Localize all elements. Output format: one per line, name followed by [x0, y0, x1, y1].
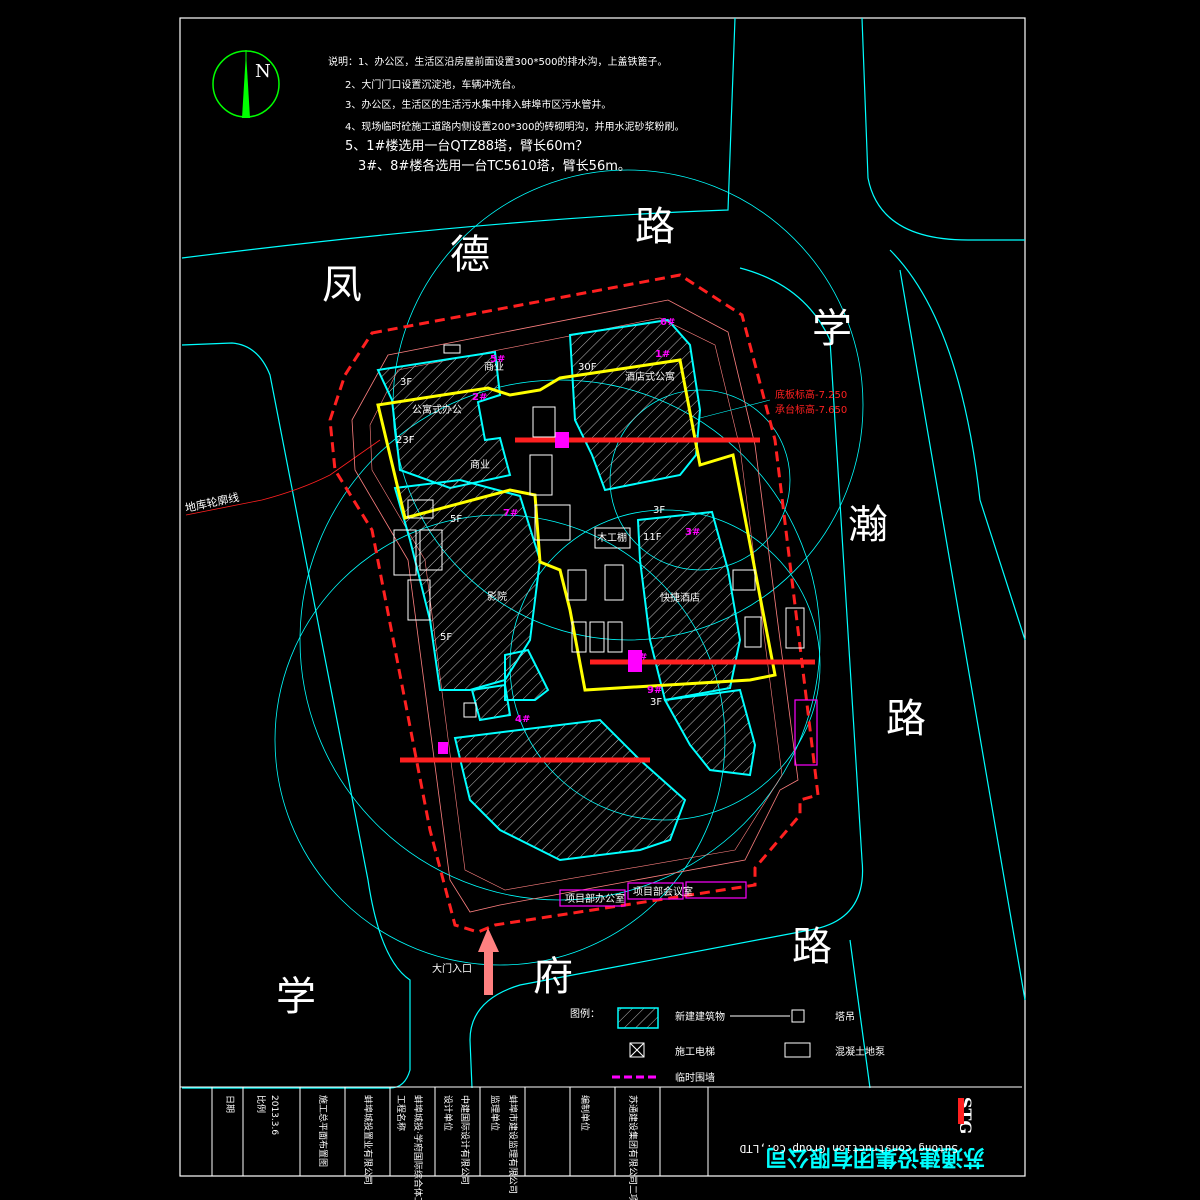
legend-crane-box [791, 1009, 805, 1023]
basement-contour-label: 地库轮廓线 [184, 490, 241, 515]
building-1: 1# [655, 349, 670, 360]
floor-3f-b: 3F [653, 505, 665, 516]
site-plan-drawing: N 说明：1、办公区，生活区沿房屋前面设置300*500的排水沟，上盖铁篦子。 … [179, 17, 1026, 1200]
tb-c1: 日期 [224, 1095, 235, 1113]
tb-c8: 中建国际设计有限公司 [459, 1095, 471, 1185]
label-apartment: 酒店式公寓 [625, 370, 675, 383]
road-top-char-1: 凤 [322, 262, 362, 308]
note-line-5: 5、1#楼选用一台QTZ88塔，臂长60m？ [345, 139, 588, 154]
elevation-floor: 底板标高-7.250 [775, 388, 847, 401]
note-line-2: 2、大门门口设置沉淀池，车辆冲洗台。 [345, 78, 521, 91]
tb-c12: 苏通建设集团有限公司二项目部 [627, 1095, 639, 1200]
road-bottom-char-1: 学 [276, 974, 316, 1020]
road-top-char-3: 路 [635, 204, 675, 250]
tb-c6: 蚌埠城投·学府国际综合体工程 [412, 1095, 424, 1200]
floor-11f: 11F [643, 532, 662, 543]
legend-crane-label: 塔吊 [835, 1010, 855, 1023]
tb-c10: 蚌埠市建设监理有限公司 [507, 1095, 519, 1194]
legend-building-swatch [617, 1007, 659, 1029]
road-bottom-char-2: 府 [533, 954, 573, 1000]
elevation-leader [699, 399, 771, 419]
note-line-1: 说明：1、办公区，生活区沿房屋前面设置300*500的排水沟，上盖铁篦子。 [328, 55, 668, 68]
tb-c7: 设计单位 [442, 1095, 454, 1131]
label-cinema: 影院 [487, 590, 507, 603]
gate-label: 大门入口 [432, 962, 472, 975]
label-commerce-2: 商业 [470, 458, 490, 471]
building-3: 3# [685, 527, 700, 538]
note-line-6: 3#、8#楼各选用一台TC5610塔，臂长56m。 [358, 158, 631, 174]
legend-elevator-label: 施工电梯 [675, 1045, 715, 1058]
floor-3f-c: 3F [650, 697, 662, 708]
north-label: N [255, 61, 271, 82]
tb-c9: 监理单位 [489, 1095, 501, 1131]
tb-c5: 工程名称 [395, 1095, 407, 1131]
label-site-office: 项目部办公室 [565, 892, 625, 905]
road-top-char-2: 德 [450, 232, 490, 278]
legend-pump-icon [784, 1042, 811, 1058]
floor-5f-b: 5F [440, 632, 452, 643]
tb-c4: 蚌埠城投置业有限公司 [362, 1095, 374, 1185]
tb-c2: 比例 [255, 1095, 267, 1113]
legend-wall-label: 临时围墙 [675, 1071, 715, 1084]
building-7: 7# [503, 508, 518, 519]
building-4: 4# [515, 714, 530, 725]
elevation-cap: 承台标高-7.650 [775, 403, 847, 416]
label-office: 公寓式办公 [412, 403, 462, 416]
road-right-char-3: 路 [886, 696, 926, 742]
tb-date: 2013.3.6 [269, 1095, 279, 1135]
building-8: 8# [632, 652, 647, 663]
title-company-block: 苏通建设集团有限公司 Sutong construction Group Co.… [739, 1097, 985, 1170]
title-block-cells: 日期 比例 2013.3.6 施工总平面布置图 蚌埠城投置业有限公司 工程名称 … [224, 1095, 639, 1200]
floor-5f-a: 5F [450, 514, 462, 525]
note-line-3: 3、办公区，生活区的生活污水集中排入蚌埠市区污水管井。 [345, 98, 611, 111]
road-boundaries [181, 17, 1026, 1089]
road-right-char-1: 学 [812, 306, 852, 352]
floor-23f: 23F [396, 435, 415, 446]
tb-c11: 编制单位 [579, 1095, 591, 1131]
note-line-4: 4、现场临时砼施工道路内侧设置200*300的砖砌明沟，并用水泥砂浆粉刷。 [345, 120, 685, 133]
label-hotel: 快捷酒店 [660, 591, 700, 604]
legend-building-label: 新建建筑物 [675, 1010, 725, 1023]
building-2: 2# [472, 392, 487, 403]
gate-arrow [478, 928, 499, 995]
tb-logo-mark [958, 1098, 964, 1124]
building-5: 5# [490, 354, 505, 365]
floor-30f: 30F [578, 362, 597, 373]
road-bottom-char-3: 路 [792, 924, 832, 970]
road-right-char-2: 瀚 [848, 502, 888, 548]
building-9: 9# [647, 685, 662, 696]
legend-pump-label: 混凝土地泵 [835, 1045, 885, 1058]
tb-c3: 施工总平面布置图 [317, 1095, 329, 1167]
tb-company-en: Sutong construction Group Co.,LTD [739, 1142, 958, 1155]
floor-3f-a: 3F [400, 377, 412, 388]
building-6: 6# [660, 317, 675, 328]
label-site-meeting: 项目部会议室 [633, 885, 693, 898]
legend-title: 图例： [570, 1007, 600, 1020]
label-woodwork: 木工棚 [597, 531, 627, 544]
